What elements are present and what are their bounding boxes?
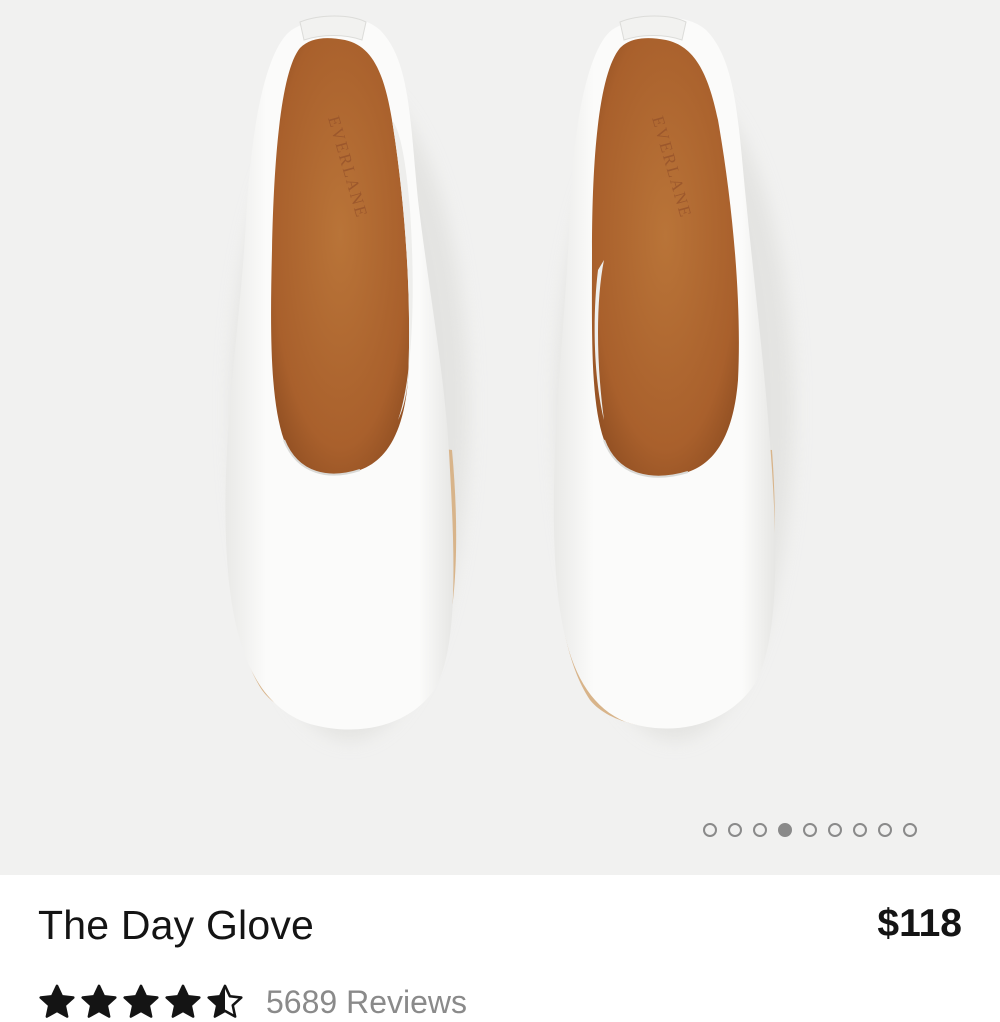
star-icon [123,984,159,1018]
product-title: The Day Glove [38,902,315,948]
gallery-dot-3[interactable] [753,823,767,837]
gallery-dot-1[interactable] [703,823,717,837]
product-image-gallery[interactable]: EVERLANE EVERLANE [0,0,1000,875]
rating-stars [38,983,244,1021]
star-icon [207,984,243,1018]
star-icon [165,984,201,1018]
star-icon [81,984,117,1018]
gallery-dot-6[interactable] [828,823,842,837]
gallery-dot-4[interactable] [778,823,792,837]
gallery-pagination-dots [703,821,917,839]
product-price: $118 [877,902,962,945]
reviews-link[interactable]: 5689 Reviews [266,984,467,1021]
star-icon [39,984,75,1018]
gallery-dot-8[interactable] [878,823,892,837]
gallery-dot-5[interactable] [803,823,817,837]
product-rating[interactable]: 5689 Reviews [38,982,467,1022]
gallery-dot-2[interactable] [728,823,742,837]
left-shoe: EVERLANE [225,15,457,730]
gallery-dot-7[interactable] [853,823,867,837]
product-photo: EVERLANE EVERLANE [225,15,793,740]
gallery-dot-9[interactable] [903,823,917,837]
right-shoe: EVERLANE [553,15,776,729]
